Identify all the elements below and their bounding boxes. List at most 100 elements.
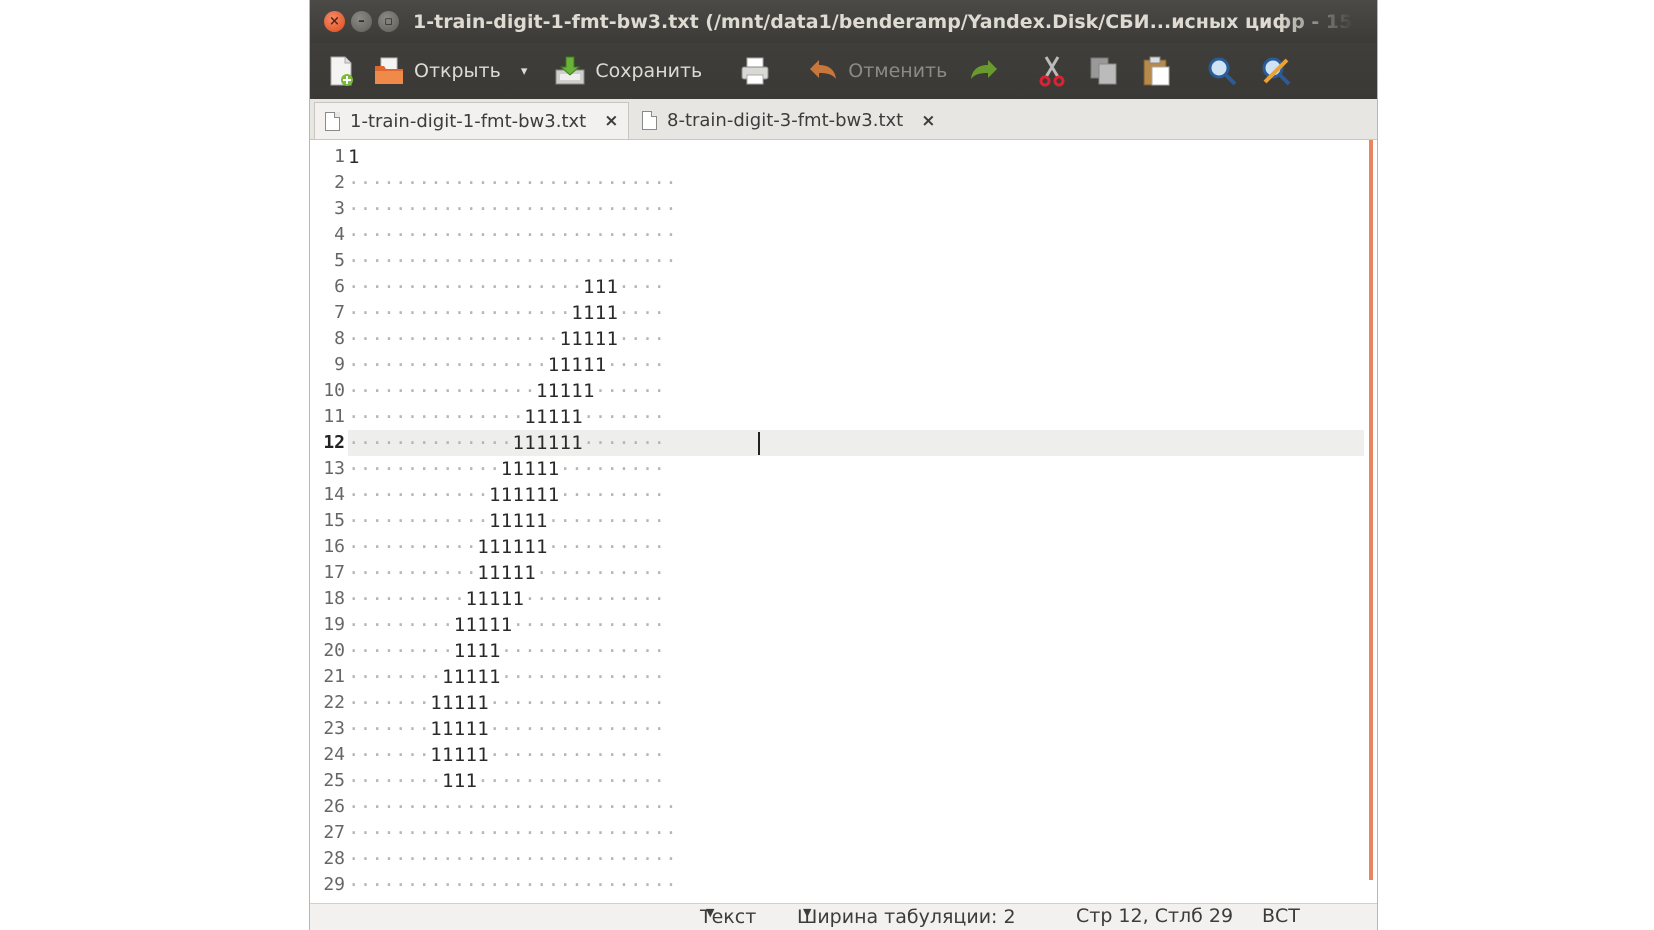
- line-content-area: ···················1111····: [348, 300, 1364, 326]
- line-number: 27: [323, 822, 345, 843]
- scissors-icon: [1035, 54, 1069, 88]
- tab-width-label: Ширина табуляции: 2: [797, 906, 1016, 928]
- clipboard-icon: [1139, 54, 1173, 88]
- line-text: ···················1111····: [348, 302, 666, 324]
- line-content-area: ··············111111·······: [348, 430, 1364, 456]
- line-content-area: ············11111··········: [348, 508, 1364, 534]
- tab-close-icon[interactable]: ×: [604, 111, 618, 131]
- insert-mode: ВСТ: [1262, 905, 1300, 927]
- open-recent-dropdown[interactable]: ▾: [521, 64, 528, 79]
- window-title: 1-train-digit-1-fmt-bw3.txt (/mnt/data1/…: [413, 10, 1353, 33]
- editor-line[interactable]: 28 ····························: [310, 846, 1364, 872]
- document-icon: [642, 111, 657, 130]
- line-text: ············11111··········: [348, 510, 666, 532]
- line-number: 9: [334, 354, 345, 375]
- line-content-area: ··················11111····: [348, 326, 1364, 352]
- line-text: ····························: [348, 848, 677, 870]
- line-number: 14: [323, 484, 345, 505]
- tab-close-icon[interactable]: ×: [921, 111, 935, 131]
- open-button[interactable]: Открыть ▾: [372, 43, 527, 99]
- maximize-window-button[interactable]: ▫: [378, 11, 399, 32]
- cut-button[interactable]: [1035, 43, 1069, 99]
- minimize-window-button[interactable]: –: [351, 11, 372, 32]
- line-number: 10: [323, 380, 345, 401]
- document-tabs: 1-train-digit-1-fmt-bw3.txt × 8-train-di…: [310, 99, 1377, 140]
- line-content-area: ·················11111·····: [348, 352, 1364, 378]
- editor-line[interactable]: 10 ················11111······: [310, 378, 1364, 404]
- editor-line[interactable]: 5 ····························: [310, 248, 1364, 274]
- save-button[interactable]: Сохранить: [553, 43, 702, 99]
- print-button[interactable]: [738, 43, 772, 99]
- line-content-area: ····························: [348, 872, 1364, 898]
- toolbar: Открыть ▾ Сохранить Отменить: [310, 43, 1377, 99]
- editor-line[interactable]: 9 ·················11111·····: [310, 352, 1364, 378]
- editor-line[interactable]: 13 ·············11111·········: [310, 456, 1364, 482]
- line-number: 23: [323, 718, 345, 739]
- close-window-button[interactable]: ×: [324, 11, 345, 32]
- editor-line[interactable]: 26 ····························: [310, 794, 1364, 820]
- line-text: ···········11111···········: [348, 562, 666, 584]
- line-content-area: ············111111·········: [348, 482, 1364, 508]
- editor-line[interactable]: 6 ····················111····: [310, 274, 1364, 300]
- editor-line[interactable]: 23 ·······11111···············: [310, 716, 1364, 742]
- line-text: ··········11111············: [348, 588, 666, 610]
- line-number: 8: [334, 328, 345, 349]
- editor-line[interactable]: 14 ············111111·········: [310, 482, 1364, 508]
- line-content-area: ····························: [348, 846, 1364, 872]
- line-content-area: ················11111······: [348, 378, 1364, 404]
- undo-button[interactable]: Отменить: [806, 43, 947, 99]
- line-text: ····························: [348, 172, 677, 194]
- editor-line[interactable]: 11: [310, 144, 1364, 170]
- editor-line[interactable]: 19 ·········11111·············: [310, 612, 1364, 638]
- document-icon: [325, 111, 340, 131]
- editor-line[interactable]: 4 ····························: [310, 222, 1364, 248]
- cursor-position: Стр 12, Стлб 29: [1076, 905, 1234, 927]
- tab-document-1[interactable]: 1-train-digit-1-fmt-bw3.txt ×: [314, 102, 629, 139]
- line-content-area: ········11111··············: [348, 664, 1364, 690]
- copy-button[interactable]: [1087, 43, 1121, 99]
- editor-line[interactable]: 24 ·······11111···············: [310, 742, 1364, 768]
- editor-line[interactable]: 21 ········11111··············: [310, 664, 1364, 690]
- status-bar: Текст ▼ Ширина табуляции: 2 ▼ Стр 12, Стлб…: [310, 903, 1377, 930]
- chevron-down-icon: ▼: [706, 906, 715, 919]
- line-number: 20: [323, 640, 345, 661]
- editor-line[interactable]: 17 ···········11111···········: [310, 560, 1364, 586]
- editor-line[interactable]: 16 ···········111111··········: [310, 534, 1364, 560]
- editor-line[interactable]: 2 ····························: [310, 170, 1364, 196]
- editor-line[interactable]: 27 ····························: [310, 820, 1364, 846]
- line-number: 3: [334, 198, 345, 219]
- line-text: 1: [348, 146, 360, 168]
- editor-line[interactable]: 18 ··········11111············: [310, 586, 1364, 612]
- copy-icon: [1087, 54, 1121, 88]
- editor-line[interactable]: 8 ··················11111····: [310, 326, 1364, 352]
- editor-line[interactable]: 12 ··············111111·······: [310, 430, 1364, 456]
- line-number: 24: [323, 744, 345, 765]
- line-text: ·······11111···············: [348, 718, 666, 740]
- editor-line[interactable]: 22 ·······11111···············: [310, 690, 1364, 716]
- tab-document-2[interactable]: 8-train-digit-3-fmt-bw3.txt ×: [632, 102, 942, 139]
- chevron-down-icon: ▼: [803, 906, 812, 919]
- line-number: 2: [334, 172, 345, 193]
- editor-line[interactable]: 7 ···················1111····: [310, 300, 1364, 326]
- new-document-icon: [324, 54, 358, 88]
- editor-line[interactable]: 3 ····························: [310, 196, 1364, 222]
- line-content-area: ····················111····: [348, 274, 1364, 300]
- tab-label: 1-train-digit-1-fmt-bw3.txt: [350, 110, 587, 132]
- editor-line[interactable]: 11 ···············11111·······: [310, 404, 1364, 430]
- editor-line[interactable]: 25 ········111················: [310, 768, 1364, 794]
- line-content-area: ···········111111··········: [348, 534, 1364, 560]
- line-content-area: 1: [348, 144, 1364, 170]
- new-document-button[interactable]: [324, 43, 358, 99]
- search-button[interactable]: [1205, 43, 1239, 99]
- editor-line[interactable]: 20 ·········1111··············: [310, 638, 1364, 664]
- editor-line[interactable]: 15 ············11111··········: [310, 508, 1364, 534]
- redo-button[interactable]: [967, 43, 1001, 99]
- text-cursor: [758, 432, 760, 455]
- text-editor[interactable]: 1 1 2 ···························· 3 ········…: [310, 140, 1377, 903]
- line-text: ····························: [348, 224, 677, 246]
- undo-label: Отменить: [848, 60, 948, 82]
- paste-button[interactable]: [1139, 43, 1173, 99]
- line-text: ········11111··············: [348, 666, 666, 688]
- find-replace-button[interactable]: [1259, 43, 1293, 99]
- editor-line[interactable]: 29 ····························: [310, 872, 1364, 898]
